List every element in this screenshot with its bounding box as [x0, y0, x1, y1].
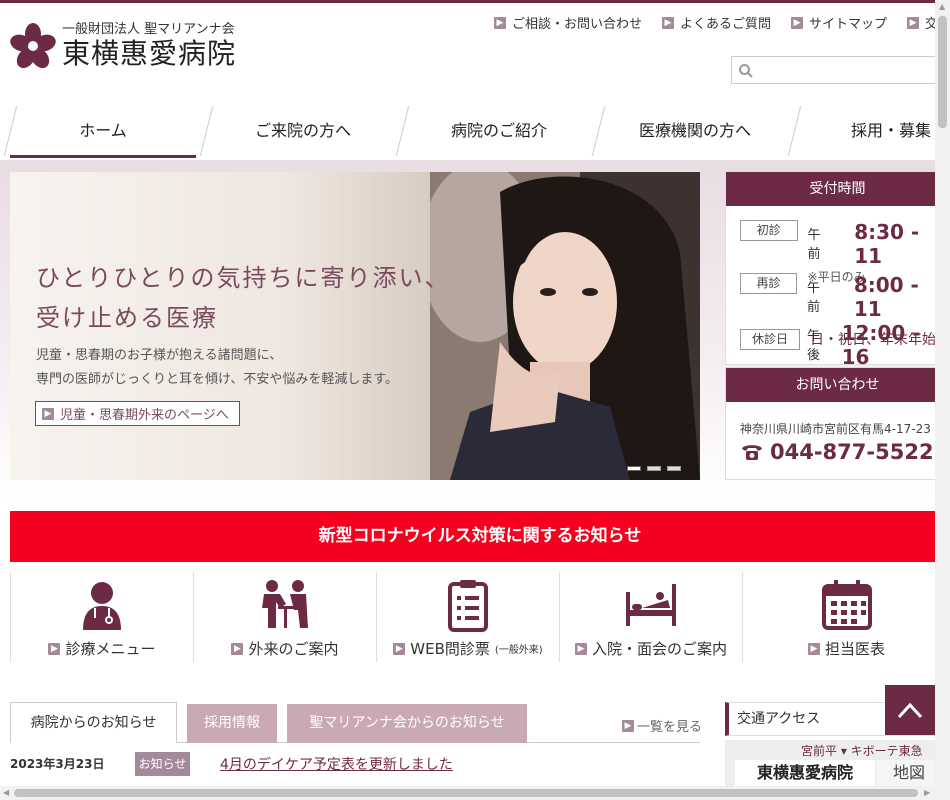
contact-panel: お問い合わせ 神奈川県川崎市宮前区有馬4-17-23 044-877-5522 … — [725, 367, 950, 480]
contact-title: お問い合わせ — [726, 368, 949, 402]
top-accent-line — [0, 0, 950, 3]
hero-cta-label: 児童・思春期外来のページへ — [60, 408, 229, 423]
slider-dots — [627, 466, 681, 471]
map-hospital-name: 東横惠愛病院 — [735, 760, 875, 786]
scroll-up-icon[interactable]: ▲ — [939, 2, 945, 11]
menu-label: ▶ 診療メニュー — [11, 638, 193, 659]
arrow-icon: ▶ — [807, 642, 820, 655]
nav-item-about[interactable]: 病院のご紹介 — [404, 104, 594, 158]
hero-slide[interactable]: ひとりひとりの気持ちに寄り添い、 受け止める医療 児童・思春期のお子様が抱える諸… — [10, 172, 700, 480]
tab-foundation-news[interactable]: 聖マリアンナ会からのお知らせ — [287, 704, 527, 743]
logo-subtitle: 一般財団法人 聖マリアンナ会 — [62, 22, 235, 37]
menu-item-outpatient[interactable]: ▶ 外来のご案内 — [193, 572, 376, 662]
utility-link-faq[interactable]: ▶ よくあるご質問 — [662, 13, 771, 32]
arrow-icon: ▶ — [622, 719, 634, 732]
phone-digits: 044-877-5522 — [770, 440, 934, 464]
menu-item-treatment[interactable]: ▶ 診療メニュー — [10, 572, 193, 662]
am-label: 午前 — [807, 281, 821, 315]
utility-link-label: ご相談・お問い合わせ — [512, 17, 643, 32]
clipboard-icon — [448, 580, 488, 632]
closed-row: 休診日 日・祝日、年末年始 — [740, 329, 936, 350]
access-map[interactable]: 宮前平 ▾ キボーテ東急 東横惠愛病院 地図 — [725, 740, 950, 786]
chevron-up-icon — [897, 702, 923, 719]
reception-hours-panel: 受付時間 初診 午前 8:30 - 11 ※平日のみ 再診 午前 8:00 - … — [725, 171, 950, 369]
vertical-scroll-thumb[interactable] — [938, 16, 947, 128]
slider-dot[interactable] — [667, 466, 681, 471]
news-tabs: 病院からのお知らせ 採用情報 聖マリアンナ会からのお知らせ — [10, 702, 700, 743]
arrow-icon: ▶ — [48, 642, 61, 655]
scroll-left-icon[interactable]: ◀ — [3, 788, 9, 797]
tab-recruitment[interactable]: 採用情報 — [187, 704, 277, 743]
tab-hospital-news[interactable]: 病院からのお知らせ — [10, 702, 177, 743]
arrow-icon: ▶ — [907, 16, 920, 29]
horizontal-scroll-thumb[interactable] — [14, 789, 918, 797]
scroll-right-icon[interactable]: ▶ — [924, 788, 930, 797]
arrow-icon: ▶ — [494, 16, 506, 29]
utility-links: ▶ご相談・お問い合わせ ▶よくあるご質問 ▶サイトマップ ▶交通 — [494, 13, 950, 32]
main-nav: ホーム ご来院の方へ 病院のご紹介 医療機関の方へ 採用・募集 — [0, 104, 950, 158]
revisit-row: 再診 午前 8:00 - 11 午後 12:00 - 16 — [740, 273, 949, 369]
news-category-badge: お知らせ — [135, 752, 190, 776]
phone-icon — [742, 445, 762, 460]
search-input[interactable] — [758, 60, 928, 80]
first-visit-badge: 初診 — [740, 220, 798, 241]
hero-description: 児童・思春期のお子様が抱える諸問題に、 専門の医師がじっくりと耳を傾け、不安や悩… — [36, 344, 398, 392]
covid-banner[interactable]: 新型コロナウイルス対策に関するお知らせ — [10, 511, 950, 562]
arrow-icon: ▶ — [231, 642, 244, 655]
news-date: 2023年3月23日 — [10, 757, 105, 771]
address: 神奈川県川崎市宮前区有馬4-17-23 — [740, 422, 931, 436]
consultation-icon — [262, 580, 308, 628]
news-item-link[interactable]: 4月のデイケア予定表を更新しました — [220, 754, 453, 774]
closed-badge: 休診日 — [740, 329, 800, 350]
revisit-badge: 再診 — [740, 273, 797, 294]
am-label: 午前 — [807, 228, 821, 262]
menu-label: ▶ 入院・面会のご案内 — [560, 638, 742, 659]
utility-link-label: よくあるご質問 — [680, 17, 772, 32]
utility-link-sitemap[interactable]: ▶ サイトマップ — [791, 13, 887, 32]
search-box — [731, 56, 941, 84]
menu-item-admission[interactable]: ▶ 入院・面会のご案内 — [559, 572, 742, 662]
girl-photo-illustration — [430, 172, 700, 480]
doctor-icon — [83, 582, 121, 630]
search-icon[interactable] — [738, 63, 754, 79]
hero-title-line: ひとりひとりの気持ちに寄り添い、 — [36, 264, 451, 292]
phone-number[interactable]: 044-877-5522 （代 — [740, 440, 950, 464]
arrow-icon: ▶ — [393, 642, 406, 655]
hero-text-line: 専門の医師がじっくりと耳を傾け、不安や悩みを軽減します。 — [36, 372, 399, 387]
map-station-label: 宮前平 ▾ キボーテ東急 — [801, 744, 923, 758]
flower-logo-icon — [10, 23, 56, 69]
horizontal-scrollbar[interactable]: ◀ ▶ — [0, 786, 950, 800]
hero-text-line: 児童・思春期のお子様が抱える諸問題に、 — [36, 348, 283, 363]
logo-name: 東横惠愛病院 — [62, 37, 237, 70]
hero-title-line: 受け止める医療 — [36, 304, 218, 332]
menu-label: ▶ 外来のご案内 — [194, 638, 376, 659]
back-to-top-button[interactable] — [885, 685, 935, 735]
view-all-link[interactable]: ▶ 一覧を見る — [622, 716, 702, 735]
nav-item-home[interactable]: ホーム — [10, 104, 196, 158]
hero-title: ひとりひとりの気持ちに寄り添い、 受け止める医療 — [36, 258, 451, 338]
utility-link-contact[interactable]: ▶ ご相談・お問い合わせ — [494, 13, 642, 32]
hours-title: 受付時間 — [726, 172, 949, 206]
icon-menu: ▶ 診療メニュー ▶ 外来のご案内 ▶ WEB問診票 (一般外来) ▶ 入院・面… — [10, 572, 950, 662]
nav-item-recruit[interactable]: 採用・募集 — [796, 104, 950, 158]
hero-cta-button[interactable]: ▶ 児童・思春期外来のページへ — [35, 401, 240, 426]
vertical-scrollbar[interactable]: ▲ — [935, 0, 950, 786]
arrow-icon: ▶ — [42, 407, 54, 420]
menu-label: ▶ WEB問診票 (一般外来) — [377, 638, 559, 659]
bed-icon — [626, 584, 676, 626]
menu-label: ▶ 担当医表 — [743, 638, 950, 659]
slider-dot[interactable] — [627, 466, 641, 471]
arrow-icon: ▶ — [662, 16, 675, 29]
site-logo[interactable]: 一般財団法人 聖マリアンナ会 東横惠愛病院 — [10, 22, 236, 70]
slider-dot[interactable] — [647, 466, 661, 471]
arrow-icon: ▶ — [574, 642, 587, 655]
menu-item-web-questionnaire[interactable]: ▶ WEB問診票 (一般外来) — [376, 572, 559, 662]
arrow-icon: ▶ — [791, 16, 804, 29]
closed-days: 日・祝日、年末年始 — [810, 332, 936, 348]
menu-item-doctor-schedule[interactable]: ▶ 担当医表 — [742, 572, 950, 662]
calendar-icon — [821, 580, 872, 630]
nav-item-medical[interactable]: 医療機関の方へ — [600, 104, 790, 158]
nav-item-visitors[interactable]: ご来院の方へ — [208, 104, 398, 158]
utility-link-label: サイトマップ — [809, 17, 888, 32]
